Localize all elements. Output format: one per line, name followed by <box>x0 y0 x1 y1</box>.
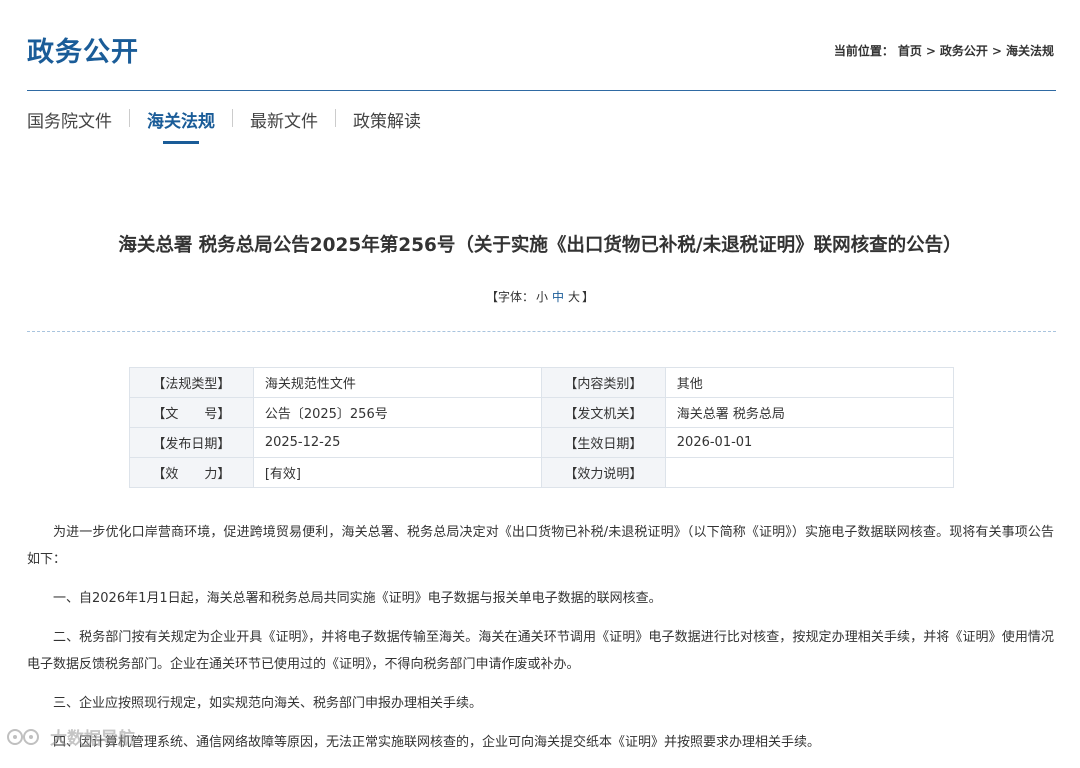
font-size-large-button[interactable]: 大 <box>568 290 580 304</box>
font-size-medium-button[interactable]: 中 <box>552 290 564 304</box>
watermark: 大数据导航 <box>6 724 135 754</box>
page-header: 政务公开 当前位置： 首页 > 政务公开 > 海关法规 <box>27 0 1056 91</box>
meta-label: 【发文机关】 <box>541 397 666 428</box>
breadcrumb-home-link[interactable]: 首页 <box>898 44 922 58</box>
meta-value <box>664 457 955 488</box>
body-paragraph: 一、自2026年1月1日起，海关总署和税务总局共同实施《证明》电子数据与报关单电… <box>53 591 662 606</box>
meta-value: 海关总署 税务总局 <box>664 397 955 428</box>
breadcrumb-customs-laws-link[interactable]: 海关法规 <box>1006 44 1054 58</box>
body-paragraph: 三、企业应按照现行规定，如实规范向海关、税务部门申报办理相关手续。 <box>53 696 483 711</box>
breadcrumb-separator: > <box>991 44 1002 58</box>
breadcrumb-gov-affairs-link[interactable]: 政务公开 <box>940 44 988 58</box>
font-size-open: 【字体： <box>485 290 534 304</box>
meta-label: 【生效日期】 <box>541 427 666 458</box>
breadcrumb-separator: > <box>925 44 936 58</box>
watermark-logo-icon <box>6 725 46 754</box>
body-paragraph: 为进一步优化口岸营商环境，促进跨境贸易便利，海关总署、税务总局决定对《出口货物已… <box>27 525 1054 567</box>
breadcrumb: 当前位置： 首页 > 政务公开 > 海关法规 <box>832 42 1056 59</box>
meta-label: 【法规类型】 <box>129 367 254 398</box>
meta-value: 其他 <box>664 367 955 398</box>
font-size-switcher: 【字体：小中大】 <box>0 288 1080 305</box>
meta-label: 【效 力】 <box>129 457 254 488</box>
table-row: 【发布日期】 2025-12-25 【生效日期】 2026-01-01 <box>129 427 955 458</box>
breadcrumb-prefix: 当前位置： <box>833 44 894 58</box>
document-meta-table: 【法规类型】 海关规范性文件 【内容类别】 其他 【文 号】 公告〔2025〕2… <box>129 367 955 488</box>
meta-value: [有效] <box>252 457 543 488</box>
tab-policy-interpretation[interactable]: 政策解读 <box>353 104 421 144</box>
tab-divider <box>335 109 336 127</box>
article-title: 海关总署 税务总局公告2025年第256号（关于实施《出口货物已补税/未退税证明… <box>118 235 962 256</box>
tab-latest-docs[interactable]: 最新文件 <box>250 104 318 144</box>
font-size-close: 】 <box>582 290 595 304</box>
tab-customs-laws[interactable]: 海关法规 <box>147 104 215 144</box>
meta-value: 公告〔2025〕256号 <box>252 397 543 428</box>
meta-label: 【文 号】 <box>129 397 254 428</box>
tab-divider <box>232 109 233 127</box>
title-divider <box>27 331 1056 332</box>
body-paragraph: 二、税务部门按有关规定为企业开具《证明》，并将电子数据传输至海关。海关在通关环节… <box>27 630 1054 672</box>
tab-divider <box>129 109 130 127</box>
font-size-small-button[interactable]: 小 <box>536 290 548 304</box>
tab-state-council-docs[interactable]: 国务院文件 <box>27 104 112 144</box>
table-row: 【法规类型】 海关规范性文件 【内容类别】 其他 <box>129 367 955 398</box>
meta-label: 【效力说明】 <box>541 457 666 488</box>
table-row: 【效 力】 [有效] 【效力说明】 <box>129 457 955 488</box>
meta-value: 2026-01-01 <box>664 427 955 458</box>
meta-label: 【发布日期】 <box>129 427 254 458</box>
meta-value: 海关规范性文件 <box>252 367 543 398</box>
site-title: 政务公开 <box>27 37 139 68</box>
watermark-text: 大数据导航 <box>50 729 135 749</box>
table-row: 【文 号】 公告〔2025〕256号 【发文机关】 海关总署 税务总局 <box>129 397 955 428</box>
body-paragraph: 四、因计算机管理系统、通信网络故障等原因，无法正常实施联网核查的，企业可向海关提… <box>53 735 821 750</box>
meta-value: 2025-12-25 <box>252 427 543 458</box>
meta-label: 【内容类别】 <box>541 367 666 398</box>
article-body: 为进一步优化口岸营商环境，促进跨境贸易便利，海关总署、税务总局决定对《出口货物已… <box>27 519 1054 768</box>
section-tabs: 国务院文件 海关法规 最新文件 政策解读 <box>27 104 421 144</box>
